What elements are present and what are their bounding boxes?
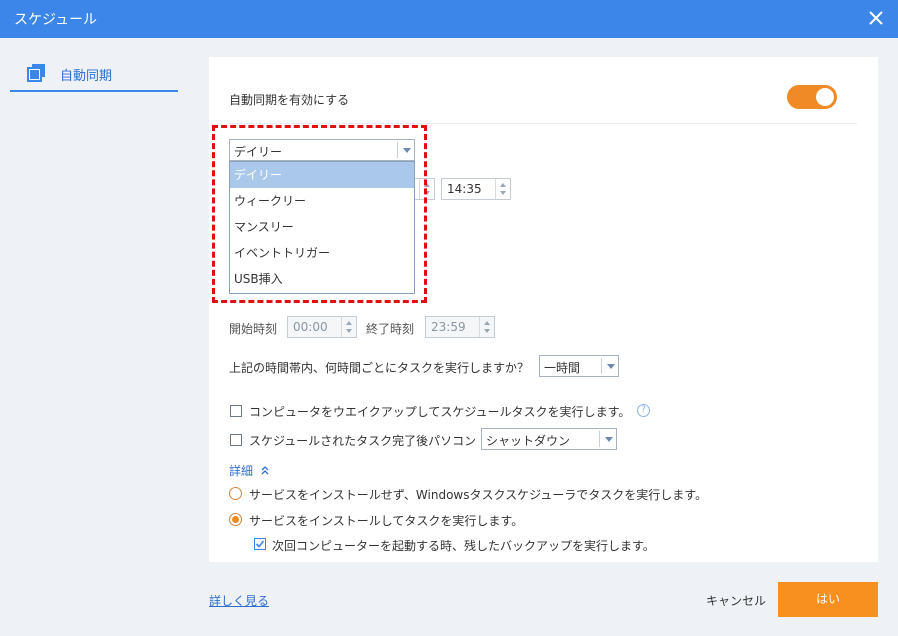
run-time-spinner[interactable]: 14:35 [441,178,511,200]
after-task-action-value: シャットダウン [486,434,571,448]
spinner-buttons[interactable] [341,317,356,337]
chevron-double-up-icon [261,466,269,475]
run-missed-backup-label: 次回コンピューターを起動する時、残したバックアップを実行します。 [272,539,655,553]
chevron-down-icon[interactable] [601,358,618,374]
start-time-label: 開始時刻 [229,322,278,336]
chevron-down-icon[interactable] [599,431,616,447]
ok-button[interactable]: はい [778,582,878,617]
toggle-knob [816,88,834,106]
window-title: スケジュール [14,12,98,28]
divider [229,123,857,124]
spinner-buttons[interactable] [479,317,494,337]
enable-auto-sync-label: 自動同期を有効にする [229,93,350,107]
run-time-value: 14:35 [447,182,482,196]
interval-selected-value: 一時間 [544,361,581,375]
end-time-spinner[interactable]: 23:59 [425,316,495,338]
task-scheduler-radio[interactable] [229,487,242,500]
enable-auto-sync-toggle[interactable] [787,85,837,109]
spinner-buttons[interactable] [495,179,510,199]
chevron-down-icon[interactable] [484,329,490,333]
chevron-up-icon[interactable] [346,321,352,325]
task-scheduler-label: サービスをインストールせず、Windowsタスクスケジューラでタスクを実行します… [249,488,708,502]
highlight-frame [212,125,427,303]
after-task-label: スケジュールされたタスク完了後パソコン [249,434,477,448]
interval-select[interactable]: 一時間 [539,355,619,377]
sync-copy-icon [27,64,45,82]
details-toggle[interactable]: 詳細 [229,462,270,479]
end-time-value: 23:59 [431,320,466,334]
close-icon[interactable] [864,6,888,30]
start-time-value: 00:00 [293,320,328,334]
chevron-up-icon[interactable] [500,183,506,187]
sidebar-item-label: 自動同期 [60,69,113,84]
details-label: 詳細 [229,464,254,478]
start-time-spinner[interactable]: 00:00 [287,316,357,338]
wake-computer-checkbox[interactable] [230,405,242,417]
install-service-radio[interactable] [229,513,242,526]
run-missed-backup-checkbox[interactable] [254,538,266,550]
checkmark-icon [255,540,265,548]
learn-more-link[interactable]: 詳しく見る [209,592,269,609]
cancel-button[interactable]: キャンセル [706,592,766,609]
chevron-down-icon[interactable] [500,191,506,195]
help-icon[interactable]: ? [637,404,650,417]
after-task-action-select[interactable]: シャットダウン [481,428,617,450]
after-task-checkbox[interactable] [230,434,242,446]
wake-computer-label: コンピュータをウエイクアップしてスケジュールタスクを実行します。 [249,405,631,419]
chevron-down-icon[interactable] [346,329,352,333]
chevron-up-icon[interactable] [484,321,490,325]
sidebar: 自動同期 [0,38,190,636]
sidebar-item-auto-sync[interactable]: 自動同期 [10,56,178,92]
end-time-label: 終了時刻 [366,322,415,336]
title-bar: スケジュール [0,0,898,38]
install-service-label: サービスをインストールしてタスクを実行します。 [249,514,524,528]
settings-panel: 自動同期を有効にする デイリー 14:35 デイリー ウィークリー マンスリー … [209,57,878,562]
interval-label: 上記の時間帯内、何時間ごとにタスクを実行しますか？ [229,361,530,375]
